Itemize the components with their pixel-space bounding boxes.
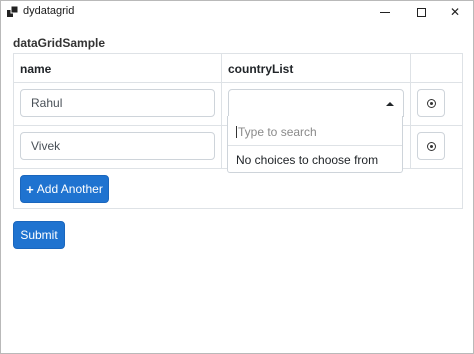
remove-row-button[interactable] (417, 89, 445, 117)
window-title: dydatagrid (23, 5, 75, 17)
column-header-countrylist: countryList (228, 62, 294, 76)
text-cursor (236, 126, 237, 138)
submit-button[interactable]: Submit (13, 221, 65, 249)
dropdown-search-placeholder: Type to search (238, 125, 317, 139)
column-header-name: name (20, 62, 52, 76)
minimize-icon (380, 11, 390, 13)
remove-circle-icon (426, 98, 436, 108)
dropdown-search-input[interactable]: Type to search (228, 116, 402, 146)
dropdown-empty-message: No choices to choose from (236, 153, 379, 167)
app-icon (7, 6, 18, 17)
header-divider (14, 82, 462, 83)
country-select[interactable] (228, 89, 404, 117)
add-another-label: Add Another (36, 182, 103, 196)
minimize-button[interactable] (367, 1, 403, 23)
remove-circle-icon (426, 141, 436, 151)
submit-label: Submit (20, 228, 58, 242)
app-window: dydatagrid ✕ dataGridSample name country… (0, 0, 474, 354)
country-dropdown-menu: Type to search No choices to choose from (227, 116, 403, 173)
remove-row-button[interactable] (417, 132, 445, 160)
name-input[interactable]: Rahul (20, 89, 215, 117)
column-divider (221, 54, 222, 169)
close-button[interactable]: ✕ (437, 1, 473, 23)
add-another-button[interactable]: + Add Another (20, 175, 109, 203)
title-bar: dydatagrid ✕ (1, 1, 473, 23)
column-divider (410, 54, 411, 169)
caret-up-icon (386, 102, 394, 106)
close-icon: ✕ (449, 5, 461, 19)
name-input[interactable]: Vivek (20, 132, 215, 160)
maximize-button[interactable] (403, 1, 439, 23)
datagrid-label: dataGridSample (13, 36, 106, 50)
form-content: dataGridSample name countryList Rahul Vi… (1, 23, 473, 353)
maximize-icon (416, 7, 426, 17)
plus-icon: + (26, 181, 34, 197)
